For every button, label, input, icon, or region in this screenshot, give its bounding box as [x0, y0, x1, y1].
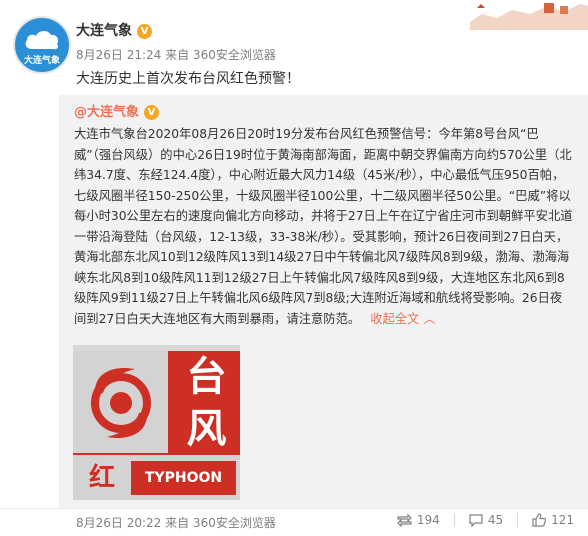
- typhoon-signal-image[interactable]: 台 风 红 TYPHOON: [73, 345, 240, 500]
- action-separator: [517, 513, 519, 527]
- repost-body-text: 大连市气象台2020年08月26日20时19分发布台风红色预警信号：今年第8号台…: [74, 127, 573, 326]
- thumbs-up-icon: [532, 513, 547, 527]
- post-actions: 194 45 121: [383, 513, 574, 527]
- signal-char-hong: 红: [88, 463, 115, 493]
- reposted-weibo: @大连气象 V 大连市气象台2020年08月26日20时19分发布台风红色预警信号…: [59, 95, 588, 508]
- comment-button[interactable]: 45: [469, 513, 503, 527]
- repost-meta: 8月26日 20:22 来自 360安全浏览器: [76, 516, 276, 530]
- signal-typhoon-word: TYPHOON: [131, 461, 236, 495]
- collapse-full-text-link[interactable]: 收起全文 ︿: [370, 312, 435, 326]
- post-meta: 8月26日 21:24 来自 360安全浏览器: [76, 48, 276, 62]
- repost-body: 大连市气象台2020年08月26日20时19分发布台风红色预警信号：今年第8号台…: [74, 124, 574, 329]
- collapse-label[interactable]: 收起全文: [370, 312, 419, 326]
- repost-count: 194: [416, 513, 440, 527]
- typhoon-symbol-icon: [91, 368, 151, 438]
- comment-icon: [469, 513, 483, 527]
- repost-author-text[interactable]: @大连气象: [74, 105, 139, 120]
- like-count: 121: [551, 513, 574, 527]
- verified-icon: V: [144, 105, 160, 120]
- cloud-logo-icon: [25, 30, 59, 50]
- signal-char-tai: 台: [186, 354, 227, 400]
- action-separator: [453, 513, 455, 527]
- great-wall-decoration-icon: [452, 0, 588, 30]
- signal-char-feng: 风: [186, 406, 227, 452]
- weibo-post-header: 大连气象 大连气象 V 8月26日 21:24 来自 360安全浏览器 大连历史上…: [0, 0, 588, 95]
- repost-author[interactable]: @大连气象 V: [74, 101, 160, 120]
- comment-count: 45: [487, 513, 504, 527]
- like-button[interactable]: 121: [532, 513, 574, 527]
- account-name-text[interactable]: 大连气象: [76, 23, 132, 39]
- avatar[interactable]: 大连气象: [13, 16, 71, 74]
- chevron-up-icon[interactable]: ︿: [423, 312, 435, 326]
- repost-icon: [397, 513, 412, 527]
- footer-divider: [0, 508, 588, 509]
- avatar-label: 大连气象: [23, 56, 60, 66]
- post-headline: 大连历史上首次发布台风红色预警！: [76, 71, 300, 87]
- typhoon-symbol-panel: [73, 351, 168, 453]
- verified-icon: V: [137, 24, 152, 39]
- account-name[interactable]: 大连气象 V: [76, 20, 152, 40]
- repost-button[interactable]: 194: [397, 513, 440, 527]
